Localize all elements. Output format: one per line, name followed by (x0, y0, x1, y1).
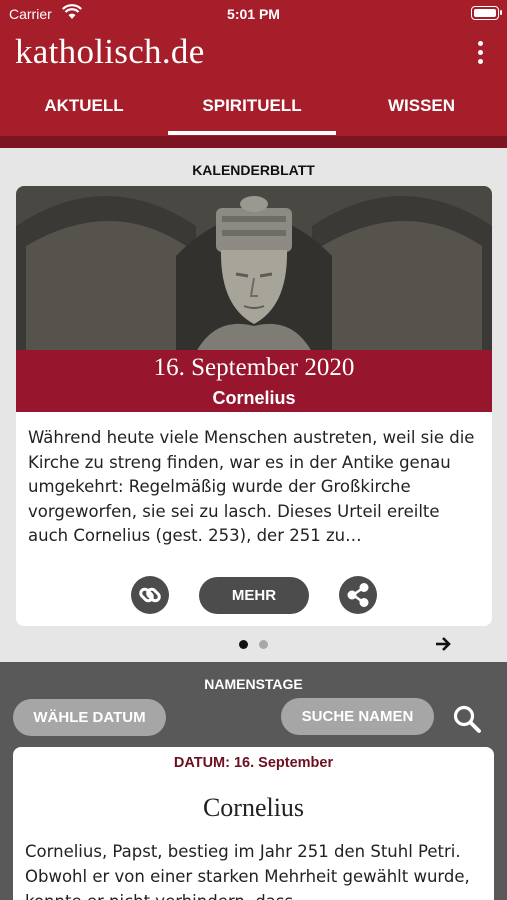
app-logo: katholisch.de (15, 32, 205, 71)
kalenderblatt-date: 16. September 2020 (153, 354, 355, 381)
kalenderblatt-heading: KALENDERBLATT (192, 162, 315, 178)
battery-icon (471, 6, 502, 20)
link-button[interactable] (131, 576, 169, 614)
pager-dot[interactable] (259, 640, 268, 649)
nameday-date-label: DATUM: 16. September (173, 755, 334, 771)
header-strip (0, 136, 507, 148)
tab-aktuell[interactable]: AKTUELL (0, 96, 168, 116)
nameday-name: Cornelius (202, 793, 305, 822)
kalenderblatt-saint-name: Cornelius (212, 388, 296, 408)
date-banner: 16. September 2020 Cornelius (16, 350, 492, 412)
search-names-button[interactable]: SUCHE NAMEN (281, 698, 434, 735)
saint-statue-image (16, 186, 492, 352)
search-icon[interactable] (452, 704, 482, 734)
namenstage-heading: NAMENSTAGE (204, 676, 303, 692)
kalenderblatt-text: Während heute viele Menschen austreten, … (28, 428, 475, 545)
arrow-right-icon[interactable] (433, 634, 453, 654)
tab-spirituell[interactable]: SPIRITUELL (168, 96, 336, 116)
pager-dot-active[interactable] (239, 640, 248, 649)
link-icon (139, 587, 161, 603)
kalenderblatt-card[interactable]: 16. September 2020 Cornelius Während heu… (16, 186, 492, 626)
status-bar: Carrier 5:01 PM (0, 0, 507, 28)
nameday-card: DATUM: 16. September Cornelius Cornelius… (13, 747, 494, 900)
share-button[interactable] (339, 576, 377, 614)
app-header: Carrier 5:01 PM katholisch.de AKTUELL SP… (0, 0, 507, 148)
tab-wissen[interactable]: WISSEN (336, 96, 507, 116)
mehr-button[interactable]: MEHR (199, 577, 309, 614)
active-tab-indicator (168, 131, 336, 135)
clock: 5:01 PM (227, 6, 280, 22)
nameday-text: Cornelius, Papst, bestieg im Jahr 251 de… (25, 842, 470, 900)
share-icon (347, 583, 369, 607)
choose-date-button[interactable]: WÄHLE DATUM (13, 699, 166, 736)
more-options-icon[interactable] (470, 40, 490, 66)
